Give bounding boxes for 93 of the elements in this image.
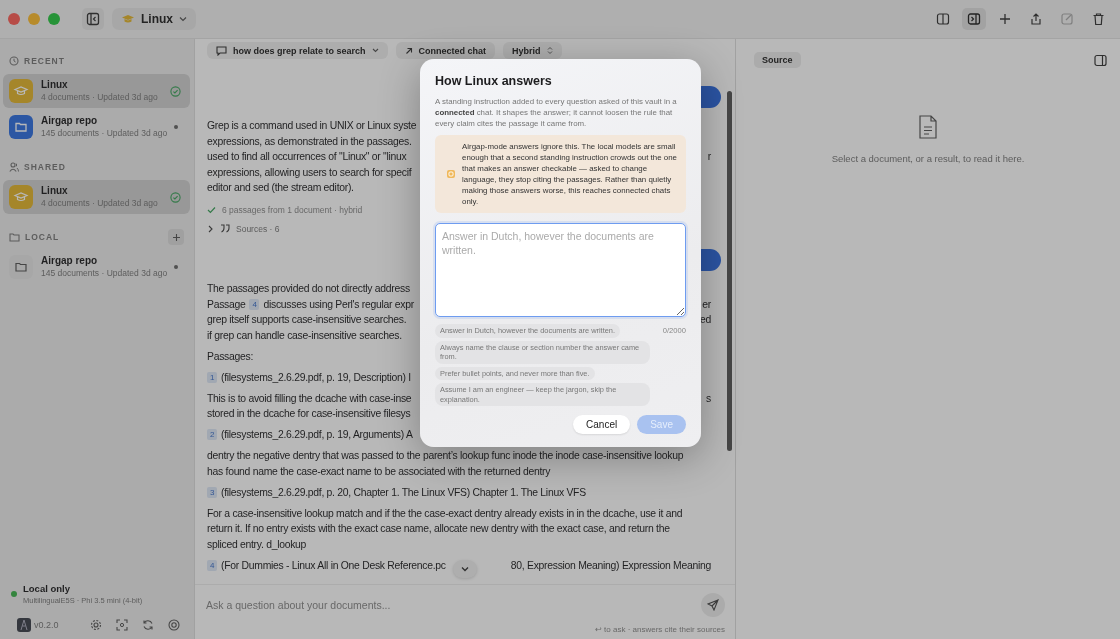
answer-text: expressions, as demonstrated in the passages.	[207, 135, 412, 147]
send-icon	[707, 599, 719, 611]
cap-icon	[121, 14, 135, 24]
chevron-down-icon	[179, 16, 187, 22]
answer-text: (For Dummies - Linux All in One Desk Reference.pc	[221, 559, 446, 571]
vault-detail: 145 documents · Updated 3d ago	[41, 268, 166, 279]
sources-toggle[interactable]: Sources · 6	[207, 220, 280, 237]
plus-icon	[171, 232, 181, 242]
vault-name: Linux	[41, 185, 69, 196]
answer-text: if grep can handle case-insensitive searches.	[207, 329, 402, 341]
cap-icon	[9, 79, 33, 103]
citation-marker[interactable]: 2	[207, 429, 217, 441]
chevron-down-icon	[371, 48, 379, 53]
answer-text: 80, Expression Meaning) Expression Meaning	[510, 559, 711, 571]
people-icon	[9, 162, 19, 172]
dialog-title: How Linux answers	[435, 74, 553, 88]
mode-chip[interactable]: Connected chat	[395, 42, 496, 59]
answer-text: For a case-insensitive lookup match and if the the case-exact dentry already exists in in the dcache, use it and	[207, 507, 683, 519]
citation-marker[interactable]: 1	[207, 371, 217, 383]
columns-icon	[936, 12, 950, 26]
vault-switcher[interactable]: Linux	[112, 8, 196, 30]
answer-text: This is to avoid filling the dcache with case-inse	[207, 392, 412, 404]
vault-item[interactable]: Airgap repo 145 documents · Updated 3d ago	[3, 250, 190, 284]
cap-icon	[9, 185, 33, 209]
status-label: Local only	[23, 583, 71, 594]
vault-name: Airgap repo	[41, 255, 99, 266]
folder-icon	[9, 232, 20, 242]
conversation-picker[interactable]: how does grep relate to search	[207, 42, 388, 59]
citation-marker[interactable]: 3	[207, 486, 217, 498]
section-heading: SHARED	[24, 162, 67, 172]
answer-text: (filesystems_2.6.29.pdf, p. 19, Description) I	[221, 371, 411, 383]
send-button[interactable]	[701, 593, 725, 617]
chevron-down-icon	[461, 566, 469, 572]
document-icon	[918, 115, 938, 139]
answer-text: Grep is a command used in UNIX or Linux syste	[207, 120, 417, 132]
cancel-button[interactable]: Cancel	[573, 415, 631, 434]
answer-text: Passage	[207, 298, 246, 310]
folder-icon	[9, 115, 33, 139]
answer-text: dentry the negative dentry that was passed to the parent’s lookup func inode the inode case-insensitive lookup	[207, 450, 684, 462]
chip-icon	[446, 169, 456, 179]
answer-text: return it. If no entry exists with the exact case name, allocate new dentry with the exact case, and return the	[207, 523, 670, 535]
app-logo-icon	[17, 618, 31, 632]
answer-text: (filesystems_2.6.29.pdf, p. 19, Arguments) A	[221, 429, 413, 441]
vault-item[interactable]: Airgap repo 145 documents · Updated 3d ago	[3, 110, 190, 144]
sort-icon	[546, 46, 553, 55]
sidebar-icon	[86, 12, 100, 26]
instruction-input[interactable]: Answer in Dutch, however the documents are written.	[435, 223, 686, 317]
help-icon[interactable]	[166, 617, 182, 633]
vault-name: Airgap repo	[41, 115, 99, 126]
close-window-button[interactable]	[8, 13, 20, 25]
answer-text: editor and sed (the stream editor).	[207, 182, 354, 194]
answer-text: ed	[700, 314, 711, 326]
clock-icon	[9, 56, 19, 66]
scroll-down-button[interactable]	[453, 560, 477, 578]
answer-text: stored in the dcache for case-insensitive filesys	[207, 408, 411, 420]
add-vault-button[interactable]	[168, 229, 184, 245]
answer-text: grep itself supports case-insensitive searches.	[207, 314, 407, 326]
answer-text: (filesystems_2.6.29.pdf, p. 20, Chapter 1. The Linux VFS) Chapter 1. The Linux VFS	[221, 486, 586, 498]
retrieval-summary: 6 passages from 1 document · hybrid	[222, 204, 363, 215]
question-input[interactable]: Ask a question about your documents...	[204, 593, 701, 617]
panel-icon	[1093, 53, 1107, 67]
empty-state-text: Select a document, or a result, to read it here.	[831, 153, 1025, 164]
citation-marker[interactable]: 4	[249, 298, 260, 310]
section-heading: RECENT	[24, 56, 66, 66]
refresh-icon[interactable]	[140, 617, 156, 633]
source-tab[interactable]: Source	[754, 52, 801, 68]
check-icon	[207, 205, 216, 214]
sidebar-toggle-button[interactable]	[82, 8, 104, 30]
scan-icon[interactable]	[114, 617, 130, 633]
arrow-up-right-icon	[404, 46, 413, 55]
answer-text: spliced entry. d_lookup	[207, 538, 307, 550]
answer-text: er	[702, 298, 711, 310]
quote-icon	[220, 224, 230, 233]
answer-text: expressions, allowing users to search for specif	[207, 166, 412, 178]
vault-detail: 145 documents · Updated 3d ago	[41, 128, 166, 139]
answer-text: The passages provided do not directly address	[207, 283, 410, 295]
citation-marker[interactable]: 4	[207, 559, 217, 571]
answer-text: r	[707, 151, 711, 163]
answer-text: used to find all occurrences of "Linux" or "linux	[207, 151, 407, 163]
answer-text: discusses using Perl's regular expr	[263, 298, 414, 310]
panel-icon	[967, 12, 981, 26]
vault-name: Linux	[41, 79, 69, 90]
answer-text: s	[706, 392, 711, 404]
chat-bubble-icon	[216, 45, 227, 56]
section-heading: LOCAL	[25, 232, 61, 242]
scrollbar[interactable]	[727, 91, 732, 451]
chevron-right-icon	[207, 224, 214, 233]
source-panel-toggle-button[interactable]	[962, 8, 986, 30]
retrieval-chip[interactable]: Hybrid	[503, 42, 562, 59]
version-label: v0.2.0	[34, 620, 59, 630]
settings-icon[interactable]	[88, 617, 104, 633]
answer-text: Passages:	[207, 350, 253, 362]
answer-text: has found name the case-exact name to be associated with the returned dentry	[207, 465, 551, 477]
